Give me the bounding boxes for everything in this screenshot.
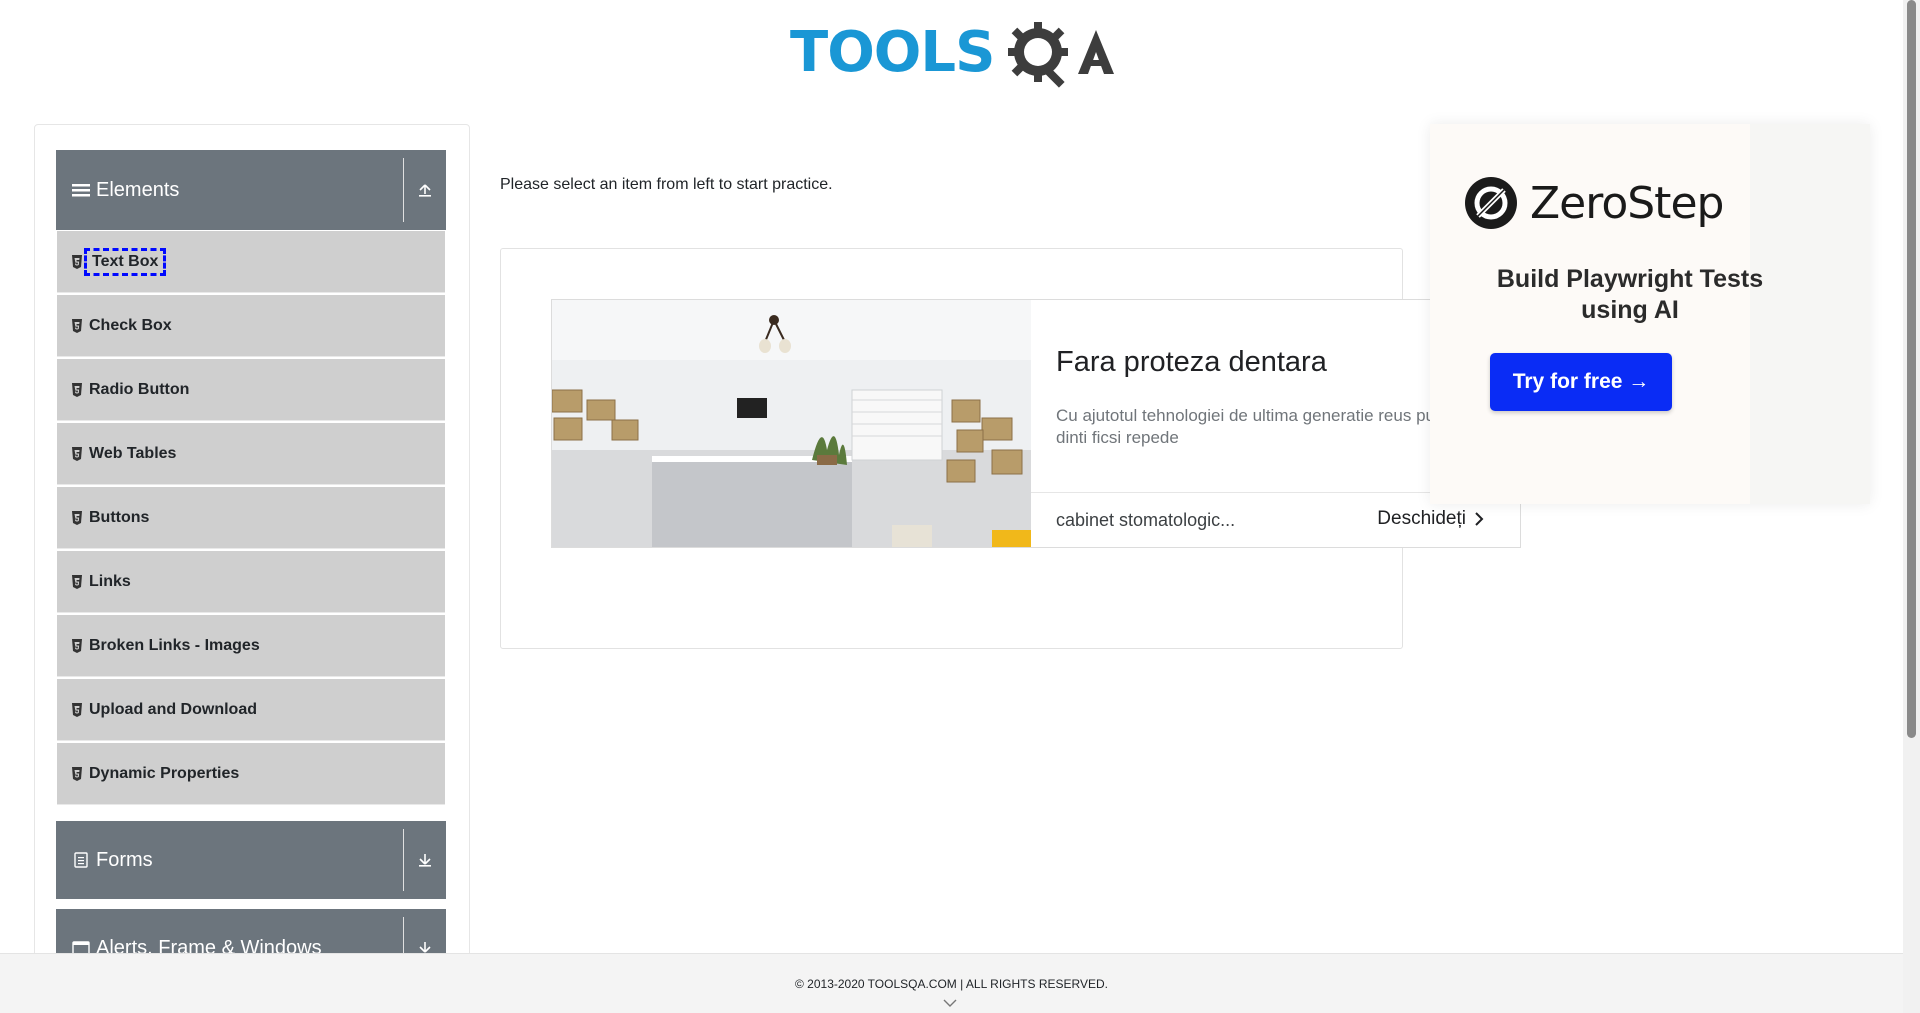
html5-icon (72, 702, 82, 717)
chevron-right-icon (1475, 512, 1484, 526)
footer-copyright: © 2013-2020 TOOLSQA.COM | ALL RIGHTS RES… (795, 977, 1108, 991)
practice-prompt: Please select an item from left to start… (500, 176, 833, 193)
collapse-arrow-icon[interactable] (404, 150, 446, 230)
ad-title[interactable]: Fara proteza dentara (1056, 346, 1327, 379)
ad-site: cabinet stomatologic... (1056, 510, 1236, 530)
vertical-scrollbar[interactable] (1903, 0, 1920, 1013)
chevron-down-icon[interactable] (942, 998, 958, 1008)
try-for-free-button[interactable]: Try for free → (1490, 353, 1672, 411)
group-label: Forms (96, 848, 153, 871)
menu-item-label: Radio Button (89, 380, 190, 398)
page: TOOLS QA Elements (0, 0, 1920, 1013)
scrollbar-thumb[interactable] (1907, 0, 1916, 738)
group-header-forms[interactable]: Forms (56, 821, 446, 899)
html5-icon (72, 766, 82, 781)
zerostep-tagline: Build Playwright Tests using AI (1496, 265, 1764, 324)
menu-item-label: Dynamic Properties (89, 764, 240, 782)
menu-item-label: Check Box (89, 316, 172, 334)
menu-item-label: Text Box (83, 247, 167, 276)
html5-icon (72, 318, 82, 333)
menu-item-upload-download[interactable]: Upload and Download (57, 679, 445, 741)
html5-icon (72, 446, 82, 461)
menu-item-label: Upload and Download (89, 700, 257, 718)
ad-open-link[interactable]: Deschideți (1377, 508, 1484, 530)
menu-item-web-tables[interactable]: Web Tables (57, 423, 445, 485)
html5-icon (72, 382, 82, 397)
html5-icon (72, 510, 82, 525)
ad-open-label: Deschideți (1377, 508, 1466, 529)
html5-icon (72, 638, 82, 653)
menu-item-links[interactable]: Links (57, 551, 445, 613)
zerostep-brand: ZeroStep (1464, 176, 1724, 230)
menu-item-dynamic-properties[interactable]: Dynamic Properties (57, 743, 445, 805)
zerostep-ad[interactable]: ZeroStep Build Playwright Tests using AI… (1430, 124, 1870, 504)
menu-item-check-box[interactable]: Check Box (57, 295, 445, 357)
expand-arrow-icon[interactable] (404, 821, 446, 899)
group-header-elements[interactable]: Elements (56, 150, 446, 230)
menu-item-label: Web Tables (89, 444, 177, 462)
footer: © 2013-2020 TOOLSQA.COM | ALL RIGHTS RES… (0, 953, 1903, 1013)
menu-item-label: Links (89, 572, 131, 590)
hamburger-icon (72, 184, 90, 197)
menu-item-text-box[interactable]: Text Box (57, 231, 445, 293)
menu-item-radio-button[interactable]: Radio Button (57, 359, 445, 421)
menu-item-label: Buttons (89, 508, 150, 526)
logo-text-tools: TOOLS (790, 20, 995, 85)
toolsqa-logo[interactable]: TOOLS QA (790, 16, 1116, 90)
left-panel: Elements Text Box Check Box Radio Button… (34, 124, 470, 964)
form-icon (74, 852, 88, 868)
zerostep-logo-icon (1465, 177, 1517, 229)
menu-item-broken-links[interactable]: Broken Links - Images (57, 615, 445, 677)
html5-icon (72, 254, 82, 269)
menu-item-label: Broken Links - Images (89, 636, 260, 654)
ad-photo (552, 300, 1031, 547)
group-label: Elements (96, 178, 180, 201)
menu-item-buttons[interactable]: Buttons (57, 487, 445, 549)
zerostep-brand-text: ZeroStep (1530, 177, 1724, 229)
gear-magnifier-icon (1008, 22, 1068, 88)
logo-letter-a (1078, 30, 1114, 74)
html5-icon (72, 574, 82, 589)
dental-ad-card[interactable]: Fara proteza dentara Cu ajutotul tehnolo… (551, 299, 1521, 548)
